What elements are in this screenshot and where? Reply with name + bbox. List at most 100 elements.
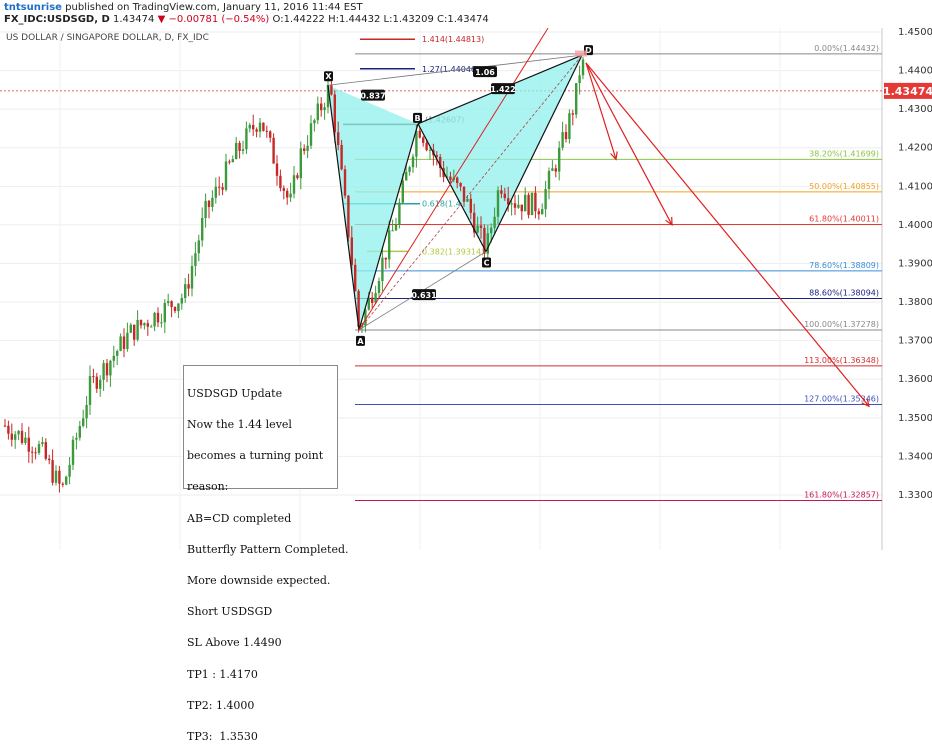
candle-body bbox=[51, 460, 54, 483]
candle-body bbox=[92, 376, 95, 378]
y-tick-label: 1.42000 bbox=[898, 143, 932, 154]
candle-body bbox=[296, 175, 299, 179]
candle-body bbox=[48, 458, 51, 461]
candle-body bbox=[564, 132, 568, 140]
symbol-label[interactable]: FX_IDC:USDSGD, D bbox=[4, 14, 110, 25]
note-line: Short USDSGD bbox=[187, 605, 273, 619]
candle-body bbox=[449, 176, 452, 180]
xa-level-label: 0.618(1.4 bbox=[422, 200, 461, 209]
candle-body bbox=[112, 355, 115, 361]
last-price: 1.43474 bbox=[113, 14, 155, 25]
candle-body bbox=[503, 193, 506, 199]
y-tick-label: 1.33000 bbox=[898, 490, 932, 501]
point-label: C bbox=[484, 259, 490, 268]
candle-body bbox=[568, 113, 571, 140]
candle-body bbox=[561, 132, 564, 148]
author-link[interactable]: tntsunrise bbox=[4, 2, 62, 13]
fib-label: 38.20%(1.41699) bbox=[809, 149, 879, 158]
candle-body bbox=[289, 193, 292, 198]
candle-body bbox=[388, 230, 391, 260]
candle-body bbox=[275, 163, 279, 176]
candle-body bbox=[575, 83, 578, 115]
y-tick-label: 1.45000 bbox=[898, 28, 932, 38]
candle-body bbox=[88, 376, 92, 405]
candle-body bbox=[320, 103, 323, 111]
candle-body bbox=[160, 322, 163, 324]
candle-body bbox=[544, 189, 547, 210]
candle-body bbox=[272, 137, 275, 164]
candle-body bbox=[95, 376, 98, 389]
candle-body bbox=[163, 303, 166, 323]
candle-body bbox=[248, 124, 251, 129]
fib-label: 88.60%(1.38094) bbox=[809, 288, 879, 297]
candle-body bbox=[85, 404, 88, 419]
note-line: becomes a turning point bbox=[187, 449, 324, 463]
candle-body bbox=[82, 418, 85, 427]
candle-body bbox=[129, 324, 132, 333]
candle-body bbox=[75, 437, 78, 440]
candle-body bbox=[170, 301, 173, 308]
candle-body bbox=[286, 190, 289, 198]
candle-body bbox=[34, 452, 37, 454]
price-chart[interactable]: US DOLLAR / SINGAPORE DOLLAR, D, FX_IDC … bbox=[0, 28, 932, 550]
candle-body bbox=[224, 161, 228, 190]
candle-body bbox=[126, 332, 129, 350]
y-tick-label: 1.37000 bbox=[898, 336, 932, 347]
fib-label: 78.60%(1.38809) bbox=[809, 261, 879, 270]
ohlc-values: O:1.44222 H:1.44432 L:1.43209 C:1.43474 bbox=[272, 14, 489, 25]
candle-body bbox=[269, 131, 272, 138]
candle-body bbox=[255, 129, 258, 132]
candle-body bbox=[105, 363, 109, 376]
candle-body bbox=[211, 197, 214, 208]
candle-body bbox=[476, 225, 479, 233]
candle-body bbox=[513, 203, 517, 208]
y-tick-label: 1.36000 bbox=[898, 374, 932, 385]
note-line: USDSGD Update bbox=[187, 386, 283, 400]
d-zone-marker bbox=[575, 50, 587, 57]
candle-body bbox=[340, 144, 343, 170]
candle-body bbox=[323, 107, 326, 111]
candle-body bbox=[347, 195, 350, 238]
candle-body bbox=[384, 257, 387, 260]
y-tick-label: 1.43000 bbox=[898, 104, 932, 115]
candle-body bbox=[456, 177, 459, 183]
fib-label: 113.00%(1.36348) bbox=[804, 356, 879, 365]
candle-body bbox=[517, 204, 520, 208]
candle-body bbox=[235, 142, 238, 160]
candle-body bbox=[167, 301, 170, 304]
candle-body bbox=[238, 142, 241, 151]
candle-body bbox=[350, 237, 353, 265]
candle-body bbox=[530, 192, 534, 216]
candle-body bbox=[136, 319, 139, 340]
candle-body bbox=[61, 483, 64, 485]
point-label: B bbox=[414, 114, 420, 123]
down-arrow-icon: ▼ bbox=[157, 14, 166, 25]
candle-body bbox=[428, 149, 432, 151]
point-label: X bbox=[325, 72, 332, 81]
candle-body bbox=[65, 476, 68, 485]
xa-level-label: 1.414(1.44813) bbox=[422, 35, 484, 44]
candle-body bbox=[405, 171, 408, 181]
candle-body bbox=[190, 266, 194, 289]
candle-body bbox=[102, 363, 105, 380]
candle-body bbox=[496, 190, 500, 217]
candle-body bbox=[116, 350, 119, 356]
note-line: TP1 : 1.4170 bbox=[187, 667, 258, 681]
point-label: A bbox=[357, 337, 364, 346]
candle-body bbox=[578, 75, 581, 84]
note-line: Butterfly Pattern Completed. bbox=[187, 542, 349, 556]
candle-body bbox=[551, 168, 554, 171]
candle-body bbox=[422, 137, 425, 143]
candle-body bbox=[156, 312, 160, 323]
candle-body bbox=[119, 336, 122, 351]
candle-body bbox=[520, 204, 523, 212]
candle-body bbox=[337, 132, 340, 145]
candle-body bbox=[418, 130, 421, 138]
candle-body bbox=[303, 148, 306, 151]
candle-body bbox=[343, 169, 347, 196]
candle-body bbox=[150, 326, 153, 328]
candle-body bbox=[316, 103, 319, 121]
ratio-label: 1.422 bbox=[490, 85, 515, 94]
candle-body bbox=[381, 257, 384, 282]
candle-body bbox=[177, 303, 180, 312]
